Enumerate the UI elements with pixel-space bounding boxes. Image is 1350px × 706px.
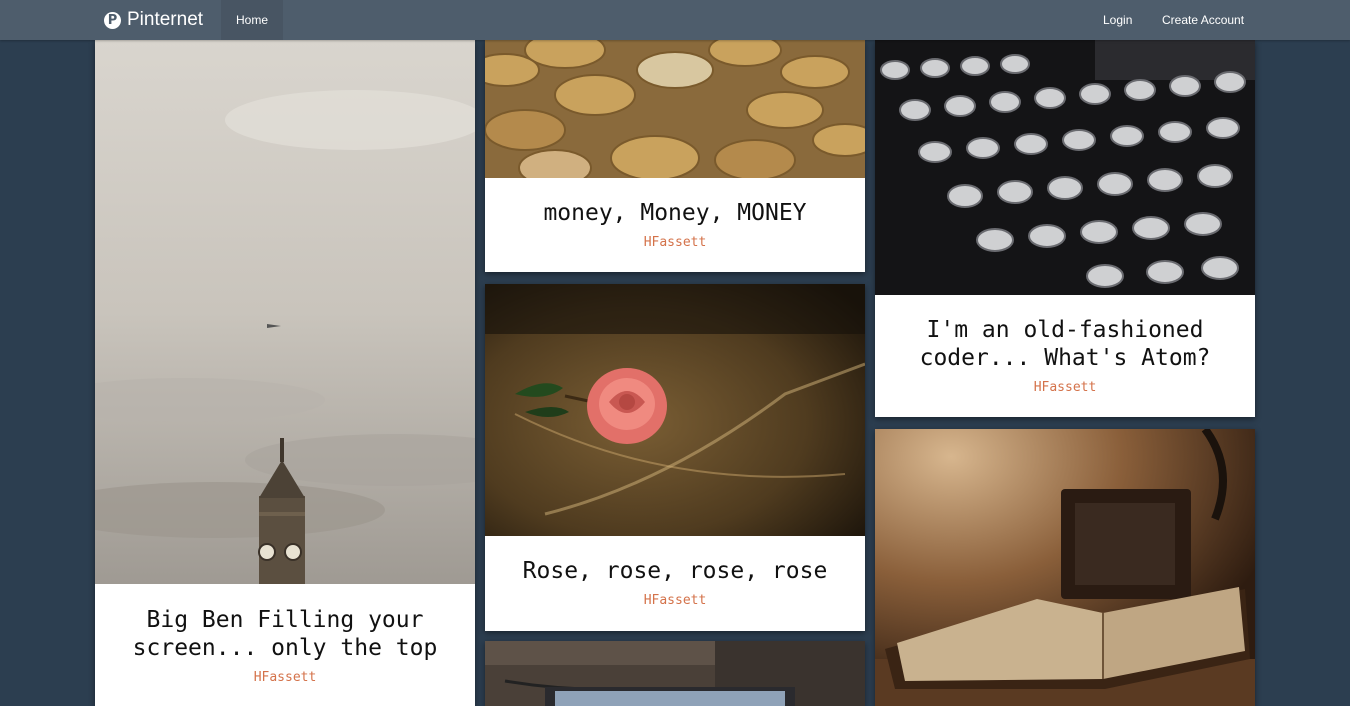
pin-card[interactable]: Big Ben Filling your screen... only the … <box>95 40 475 706</box>
pin-card[interactable] <box>875 429 1255 706</box>
laptop-photo <box>485 641 865 706</box>
pin-card[interactable]: I'm an old-fashioned coder... What's Ato… <box>875 40 1255 417</box>
typewriter-photo <box>875 40 1255 295</box>
pin-caption: Big Ben Filling your screen... only the … <box>95 606 475 685</box>
login-link[interactable]: Login <box>1103 0 1132 40</box>
coins-photo <box>485 40 865 178</box>
rose-photo <box>485 284 865 536</box>
pin-title[interactable]: money, Money, MONEY <box>485 199 865 227</box>
pin-caption: I'm an old-fashioned coder... What's Ato… <box>875 316 1255 395</box>
pinterest-icon: P <box>104 11 121 29</box>
pin-card[interactable] <box>485 641 865 706</box>
top-navbar: P Pinternet Home Login Create Account <box>0 0 1350 40</box>
nav-home-link[interactable]: Home <box>221 0 283 40</box>
big-ben-photo <box>95 40 475 584</box>
book-photo <box>875 429 1255 706</box>
brand-link[interactable]: P Pinternet <box>104 0 203 40</box>
pin-author[interactable]: HFassett <box>485 235 865 250</box>
pin-author[interactable]: HFassett <box>95 670 475 685</box>
brand-name: Pinternet <box>127 9 204 30</box>
pin-author[interactable]: HFassett <box>485 593 865 608</box>
pin-caption: Rose, rose, rose, rose HFassett <box>485 557 865 608</box>
pin-card[interactable]: money, Money, MONEY HFassett <box>485 40 865 272</box>
pin-author[interactable]: HFassett <box>875 380 1255 395</box>
pin-title[interactable]: Rose, rose, rose, rose <box>485 557 865 585</box>
pin-card[interactable]: Rose, rose, rose, rose HFassett <box>485 284 865 631</box>
pin-title[interactable]: I'm an old-fashioned coder... What's Ato… <box>875 316 1255 372</box>
create-account-link[interactable]: Create Account <box>1162 0 1244 40</box>
pin-caption: money, Money, MONEY HFassett <box>485 199 865 250</box>
pin-title[interactable]: Big Ben Filling your screen... only the … <box>95 606 475 662</box>
